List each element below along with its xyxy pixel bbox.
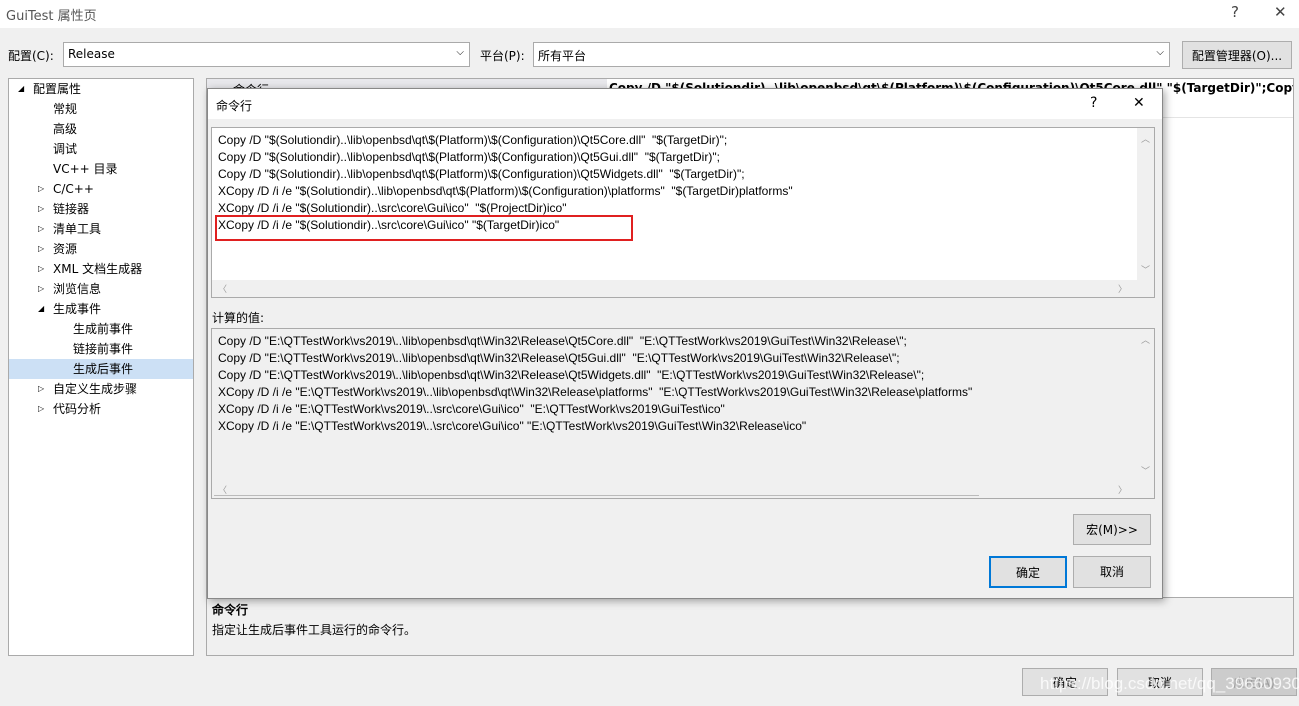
chevron-down-icon: ⌵: [1156, 47, 1164, 58]
expander-icon[interactable]: ◢: [18, 79, 24, 99]
tree-item[interactable]: 生成前事件: [9, 319, 193, 339]
dialog-title: 命令行: [216, 99, 253, 113]
expander-icon[interactable]: ▷: [38, 219, 44, 239]
command-line: Copy /D "E:\QTTestWork\vs2019\..\lib\ope…: [218, 334, 907, 348]
command-line: Copy /D "$(Solutiondir)..\lib\openbsd\qt…: [218, 133, 728, 147]
dialog-help-button[interactable]: ?: [1090, 95, 1097, 111]
tree-item[interactable]: ▷ 资源: [9, 239, 193, 259]
description-title: 命令行: [212, 603, 249, 617]
config-manager-button[interactable]: 配置管理器(O)...: [1182, 41, 1292, 69]
highlight-box: [215, 215, 633, 241]
macros-button[interactable]: 宏(M)>>: [1073, 514, 1151, 545]
evaluated-label: 计算的值:: [212, 311, 265, 325]
tree-item[interactable]: ▷ 链接器: [9, 199, 193, 219]
platform-value: 所有平台: [538, 49, 587, 63]
tree-item[interactable]: ▷ 自定义生成步骤: [9, 379, 193, 399]
help-button[interactable]: ?: [1231, 3, 1239, 21]
command-line: Copy /D "E:\QTTestWork\vs2019\..\lib\ope…: [218, 351, 900, 365]
tree-item-label: 自定义生成步骤: [53, 382, 138, 396]
tree-item-label: 链接器: [53, 202, 90, 216]
command-line: XCopy /D /i /e "E:\QTTestWork\vs2019\..\…: [218, 419, 807, 433]
command-line: XCopy /D /i /e "E:\QTTestWork\vs2019\..\…: [218, 385, 973, 399]
config-value: Release: [68, 47, 115, 61]
command-line-dialog: 命令行 ? ✕ Copy /D "$(Solutiondir)..\lib\op…: [207, 88, 1163, 599]
tree-item[interactable]: 调试: [9, 139, 193, 159]
expander-icon[interactable]: ▷: [38, 179, 44, 199]
tree-item-label: C/C++: [53, 182, 94, 196]
property-tree: ◢ 配置属性常规高级调试 VC++ 目录 ▷ C/C++ ▷ 链接器 ▷ 清单工具 ▷ 资源 ▷ XML…: [8, 78, 194, 656]
tree-item[interactable]: 生成后事件: [9, 359, 193, 379]
dialog-title-bar: [208, 89, 1162, 119]
tree-item-label: 生成前事件: [73, 322, 134, 336]
watermark: https://blog.csdn.net/qq_39660930: [1040, 674, 1299, 693]
expander-icon[interactable]: ▷: [38, 279, 44, 299]
config-label: 配置(C):: [8, 49, 54, 63]
tree-item-label: 链接前事件: [73, 342, 134, 356]
tree-item-label: 调试: [53, 142, 78, 156]
tree-item[interactable]: 高级: [9, 119, 193, 139]
tree-item[interactable]: ▷ XML 文档生成器: [9, 259, 193, 279]
command-textarea[interactable]: Copy /D "$(Solutiondir)..\lib\openbsd\qt…: [211, 127, 1155, 298]
platform-select[interactable]: 所有平台 ⌵: [533, 42, 1170, 67]
tree-item-label: 常规: [53, 102, 78, 116]
tree-item[interactable]: ◢ 配置属性: [9, 79, 193, 99]
tree-item-label: XML 文档生成器: [53, 262, 143, 276]
expander-icon[interactable]: ▷: [38, 379, 44, 399]
expander-icon[interactable]: ▷: [38, 259, 44, 279]
horizontal-scrollbar[interactable]: 〈〉: [212, 280, 1154, 297]
tree-item[interactable]: 常规: [9, 99, 193, 119]
tree-item[interactable]: ▷ 清单工具: [9, 219, 193, 239]
command-line: Copy /D "E:\QTTestWork\vs2019\..\lib\ope…: [218, 368, 925, 382]
window-title: GuiTest 属性页: [6, 9, 97, 24]
tree-item-label: 生成后事件: [73, 362, 134, 376]
tree-item-label: 资源: [53, 242, 78, 256]
evaluated-textarea: Copy /D "E:\QTTestWork\vs2019\..\lib\ope…: [211, 328, 1155, 499]
tree-item-label: 浏览信息: [53, 282, 102, 296]
tree-item[interactable]: ▷ 浏览信息: [9, 279, 193, 299]
command-line: XCopy /D /i /e "$(Solutiondir)..\lib\ope…: [218, 184, 793, 198]
config-select[interactable]: Release ⌵: [63, 42, 470, 67]
tree-item-label: 生成事件: [53, 302, 102, 316]
horizontal-scrollbar[interactable]: 〈〉: [212, 481, 1154, 498]
expander-icon[interactable]: ▷: [38, 239, 44, 259]
tree-item-label: 代码分析: [53, 402, 102, 416]
expander-icon[interactable]: ▷: [38, 399, 44, 419]
dialog-cancel-button[interactable]: 取消: [1073, 556, 1151, 588]
description-pane: 命令行 指定让生成后事件工具运行的命令行。: [207, 597, 1293, 655]
tree-item-label: VC++ 目录: [53, 162, 118, 176]
title-bar: [0, 0, 1299, 28]
description-text: 指定让生成后事件工具运行的命令行。: [212, 623, 417, 637]
dialog-close-button[interactable]: ✕: [1133, 95, 1145, 111]
tree-item[interactable]: ▷ C/C++: [9, 179, 193, 199]
tree-item[interactable]: VC++ 目录: [9, 159, 193, 179]
tree-item-label: 清单工具: [53, 222, 102, 236]
tree-item[interactable]: 链接前事件: [9, 339, 193, 359]
chevron-down-icon: ⌵: [456, 47, 464, 58]
tree-item-label: 配置属性: [33, 82, 82, 96]
tree-item[interactable]: ▷ 代码分析: [9, 399, 193, 419]
command-line: Copy /D "$(Solutiondir)..\lib\openbsd\qt…: [218, 150, 720, 164]
command-line: Copy /D "$(Solutiondir)..\lib\openbsd\qt…: [218, 167, 745, 181]
command-line: XCopy /D /i /e "E:\QTTestWork\vs2019\..\…: [218, 402, 725, 416]
vertical-scrollbar[interactable]: ︿ ﹀: [1137, 329, 1154, 481]
expander-icon[interactable]: ◢: [38, 299, 44, 319]
tree-item-label: 高级: [53, 122, 78, 136]
close-button[interactable]: ✕: [1274, 3, 1287, 21]
vertical-scrollbar[interactable]: ︿ ﹀: [1137, 128, 1154, 280]
expander-icon[interactable]: ▷: [38, 199, 44, 219]
platform-label: 平台(P):: [480, 49, 525, 63]
tree-item[interactable]: ◢ 生成事件: [9, 299, 193, 319]
dialog-ok-button[interactable]: 确定: [989, 556, 1067, 588]
